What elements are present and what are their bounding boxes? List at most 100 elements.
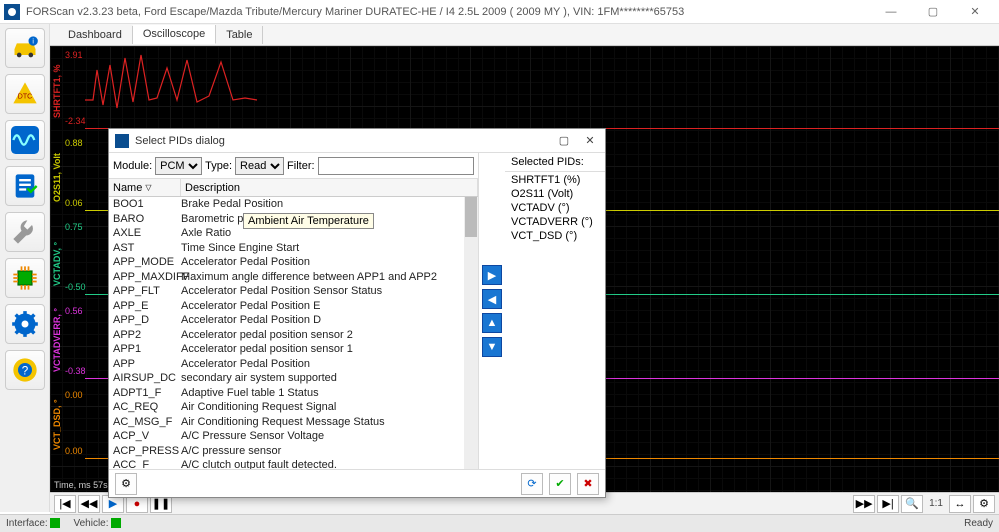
pid-row[interactable]: BOO1Brake Pedal Position [109, 197, 478, 212]
dialog-settings[interactable]: ⚙ [115, 473, 137, 495]
dialog-maximize[interactable]: ▢ [555, 132, 573, 150]
move-left[interactable]: ◀ [482, 289, 502, 309]
tool-oscilloscope[interactable] [5, 120, 45, 160]
dialog-titlebar[interactable]: Select PIDs dialog ▢ ✕ [109, 129, 605, 153]
left-toolbar: i DTC ? [0, 24, 50, 512]
type-select[interactable]: Read [235, 157, 284, 175]
ch1-label: SHRTFT1, % [52, 64, 62, 118]
selected-item[interactable]: SHRTFT1 (%) [511, 174, 599, 188]
svg-text:?: ? [21, 365, 28, 378]
status-vehicle: Vehicle: [73, 518, 124, 529]
ch5-lo: 0.00 [65, 446, 83, 456]
pid-row[interactable]: ADPT1_FAdaptive Fuel table 1 Status [109, 386, 478, 401]
move-right[interactable]: ▶ [482, 265, 502, 285]
pid-row[interactable]: APP_MODEAccelerator Pedal Position [109, 255, 478, 270]
seek-start[interactable]: |◀ [54, 495, 76, 513]
available-pids-panel: Module: PCM Type: Read Filter: Name ▽ De… [109, 153, 479, 469]
window-title: FORScan v2.3.23 beta, Ford Escape/Mazda … [26, 6, 871, 18]
ch2-lo: 0.06 [65, 198, 83, 208]
pid-row[interactable]: APP2Accelerator pedal position sensor 2 [109, 328, 478, 343]
type-label: Type: [205, 160, 232, 172]
ch1-hi: 3.91 [65, 50, 83, 60]
window-minimize[interactable]: — [871, 1, 911, 23]
move-buttons: ▶ ◀ ▲ ▼ [479, 153, 505, 469]
pid-row[interactable]: APP_FLTAccelerator Pedal Position Sensor… [109, 284, 478, 299]
module-select[interactable]: PCM [155, 157, 202, 175]
status-interface: Interface: [6, 518, 63, 529]
move-up[interactable]: ▲ [482, 313, 502, 333]
svg-text:DTC: DTC [17, 94, 31, 101]
pid-row[interactable]: APPAccelerator Pedal Position [109, 357, 478, 372]
ch2-label: O2S11, Volt [52, 153, 62, 202]
seek-fwd[interactable]: ▶▶ [853, 495, 875, 513]
ch4-label: VCTADVERR, ° [52, 308, 62, 372]
pid-row[interactable]: AIRSUP_DCsecondary air system supported [109, 371, 478, 386]
ch3-hi: 0.75 [65, 222, 83, 232]
dialog-footer: ⚙ ⟳ ✔ ✖ [109, 469, 605, 497]
selected-header: Selected PIDs: [505, 153, 605, 172]
ch5-label: VCT_DSD, ° [52, 399, 62, 450]
tool-chip[interactable] [5, 258, 45, 298]
pid-row[interactable]: APP_MAXDIFFMaximum angle difference betw… [109, 270, 478, 285]
dialog-title: Select PIDs dialog [135, 135, 555, 147]
dialog-icon [115, 134, 129, 148]
app-icon [4, 4, 20, 20]
window-titlebar: FORScan v2.3.23 beta, Ford Escape/Mazda … [0, 0, 999, 24]
selected-item[interactable]: VCT_DSD (°) [511, 230, 599, 244]
view-tabs: Dashboard Oscilloscope Table [0, 24, 999, 46]
tooltip: Ambient Air Temperature [243, 213, 374, 229]
zoom-tool[interactable]: 🔍 [901, 495, 923, 513]
move-down[interactable]: ▼ [482, 337, 502, 357]
status-ready: Ready [964, 518, 993, 529]
tool-settings[interactable] [5, 304, 45, 344]
dialog-close[interactable]: ✕ [581, 132, 599, 150]
selected-item[interactable]: VCTADV (°) [511, 202, 599, 216]
dialog-ok[interactable]: ✔ [549, 473, 571, 495]
dialog-refresh[interactable]: ⟳ [521, 473, 543, 495]
pid-row[interactable]: APP1Accelerator pedal position sensor 1 [109, 342, 478, 357]
tool-help[interactable]: ? [5, 350, 45, 390]
ch4-hi: 0.56 [65, 306, 83, 316]
zoom-ratio: 1:1 [925, 498, 947, 509]
seek-back[interactable]: ◀◀ [78, 495, 100, 513]
selected-pids-panel: Selected PIDs: SHRTFT1 (%)O2S11 (Volt)VC… [505, 153, 605, 469]
filter-label: Filter: [287, 160, 315, 172]
dialog-cancel[interactable]: ✖ [577, 473, 599, 495]
ch5-hi: 0.00 [65, 390, 83, 400]
pid-row[interactable]: APP_EAccelerator Pedal Position E [109, 299, 478, 314]
ch1-lo: -2.34 [65, 116, 86, 126]
tab-dashboard[interactable]: Dashboard [58, 26, 133, 44]
settings-button[interactable]: ⚙ [973, 495, 995, 513]
selected-item[interactable]: O2S11 (Volt) [511, 188, 599, 202]
window-maximize[interactable]: ▢ [913, 1, 953, 23]
pid-row[interactable]: ASTTime Since Engine Start [109, 241, 478, 256]
ch3-lo: -0.50 [65, 282, 86, 292]
pid-row[interactable]: AC_REQAir Conditioning Request Signal [109, 400, 478, 415]
tool-tests[interactable] [5, 166, 45, 206]
pid-row[interactable]: AC_MSG_FAir Conditioning Request Message… [109, 415, 478, 430]
selected-item[interactable]: VCTADVERR (°) [511, 216, 599, 230]
tool-service[interactable] [5, 212, 45, 252]
tab-oscilloscope[interactable]: Oscilloscope [133, 25, 216, 44]
pid-row[interactable]: APP_DAccelerator Pedal Position D [109, 313, 478, 328]
pid-row[interactable]: ACP_PRESSA/C pressure sensor [109, 444, 478, 459]
pid-scrollbar[interactable] [464, 197, 478, 469]
ch4-lo: -0.38 [65, 366, 86, 376]
pid-list[interactable]: BOO1Brake Pedal PositionBAROBarometric p… [109, 197, 478, 469]
col-name[interactable]: Name ▽ [109, 179, 181, 196]
selected-list[interactable]: SHRTFT1 (%)O2S11 (Volt)VCTADV (°)VCTADVE… [505, 172, 605, 469]
col-description[interactable]: Description [181, 179, 478, 196]
module-label: Module: [113, 160, 152, 172]
ch2-hi: 0.88 [65, 138, 83, 148]
tab-table[interactable]: Table [216, 26, 263, 44]
pid-row[interactable]: ACP_VA/C Pressure Sensor Voltage [109, 429, 478, 444]
status-bar: Interface: Vehicle: Ready [0, 514, 999, 532]
zoom-fit[interactable]: ↔ [949, 495, 971, 513]
window-close[interactable]: ✕ [955, 1, 995, 23]
pid-row[interactable]: ACC_FA/C clutch output fault detected. [109, 458, 478, 469]
filter-input[interactable] [318, 157, 474, 175]
ch3-label: VCTADV, ° [52, 242, 62, 286]
tool-vehicle-info[interactable]: i [5, 28, 45, 68]
tool-dtc[interactable]: DTC [5, 74, 45, 114]
seek-end[interactable]: ▶| [877, 495, 899, 513]
